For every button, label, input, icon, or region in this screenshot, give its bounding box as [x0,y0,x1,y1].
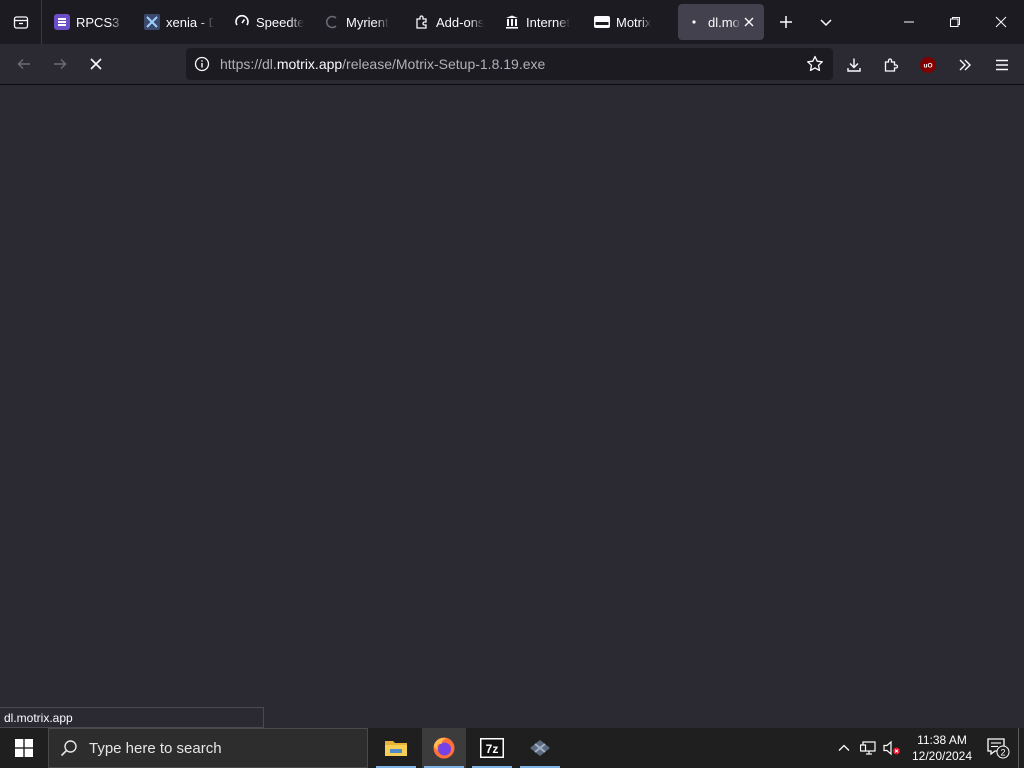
plus-icon [780,16,792,28]
notification-icon: 2 [987,738,1010,759]
show-desktop-button[interactable] [1018,728,1024,768]
hamburger-menu-icon [996,59,1008,70]
tab-speedtest[interactable]: Speedtest [226,4,312,40]
dot-icon [686,14,702,30]
tab-label: Internet [526,14,571,30]
tab-rpcs3[interactable]: RPCS3 - [46,4,132,40]
list-all-tabs-button[interactable] [808,4,844,40]
restore-button[interactable] [932,0,978,44]
window-controls [886,0,1024,44]
forward-button[interactable] [42,48,78,80]
page-content [0,85,1024,728]
show-hidden-icons-button[interactable] [832,728,856,768]
taskbar-search-box[interactable]: Type here to search [48,728,368,768]
clock[interactable]: 11:38 AM 12/20/2024 [906,732,978,764]
svg-text:uO: uO [923,62,932,69]
tab-label: xenia - D [166,14,214,30]
chevron-down-icon [820,19,832,27]
tab-label: Add-ons [436,14,484,30]
network-button[interactable] [856,728,880,768]
tab-motrix[interactable]: Motrix [586,4,672,40]
status-panel: dl.motrix.app [0,707,264,728]
tab-addons[interactable]: Add-ons [406,4,492,40]
clock-date: 12/20/2024 [911,749,973,763]
taskbar: Type here to search 7z 11:38 AM 12/20/20… [0,728,1024,768]
bookmark-star-icon[interactable] [801,48,829,80]
loading-icon [324,14,340,30]
firefox-view-button[interactable] [0,0,42,44]
tab-myrient[interactable]: Myrient [316,4,402,40]
close-icon [995,16,1007,28]
ublock-icon: uO [920,56,936,73]
file-explorer-taskbar-button[interactable] [374,728,418,768]
search-icon [49,729,89,767]
tab-label: Motrix [616,14,652,30]
motrix-icon [594,14,610,30]
search-placeholder: Type here to search [89,739,222,757]
tab-internet-archive[interactable]: Internet [496,4,582,40]
back-button[interactable] [6,48,42,80]
close-tab-icon[interactable] [743,14,756,30]
double-chevron-right-icon [959,59,971,70]
7zip-icon: 7z [480,738,504,758]
volume-muted-icon [883,740,900,756]
folder-icon [385,741,407,756]
puzzle-icon [414,14,430,30]
minimize-icon [904,21,914,23]
tab-label: dl.motrix [708,14,741,30]
tab-xenia[interactable]: xenia - D [136,4,222,40]
firefox-view-icon [13,16,28,29]
back-arrow-icon [17,59,30,69]
url-prefix: https://dl. [220,56,277,72]
stop-loading-button[interactable] [78,48,114,80]
extensions-button[interactable] [873,49,909,81]
firefox-taskbar-button[interactable] [422,728,466,768]
forward-arrow-icon [54,59,67,69]
archive-icon [504,14,520,30]
restore-icon [950,17,960,27]
clock-time: 11:38 AM [917,733,967,747]
toolbar-right: uO [835,44,1024,85]
minimize-button[interactable] [886,0,932,44]
speedtest-icon [234,14,250,30]
site-info-icon[interactable] [186,48,218,80]
xenia-icon [530,740,550,756]
firefox-icon [433,737,455,759]
tab-bar: RPCS3 - xenia - D Speedtest Myrient Add-… [0,0,1024,44]
rpcs3-icon [54,14,70,30]
volume-button[interactable] [880,728,904,768]
more-tools-button[interactable] [947,49,983,81]
puzzle-icon [884,57,899,72]
network-icon [860,741,876,755]
system-tray: 11:38 AM 12/20/2024 2 [832,728,1024,768]
close-window-button[interactable] [978,0,1024,44]
downloads-button[interactable] [836,49,872,81]
tab-label: Myrient [346,14,389,30]
ublock-origin-button[interactable]: uO [910,49,946,81]
tab-dl-motrix[interactable]: dl.motrix [678,4,764,40]
stop-icon [90,58,102,70]
action-center-button[interactable]: 2 [978,728,1018,768]
new-tab-button[interactable] [768,4,804,40]
tab-label: RPCS3 - [76,14,124,30]
chevron-up-icon [838,744,850,751]
url-text[interactable]: https://dl.motrix.app/release/Motrix-Set… [220,56,545,72]
download-icon [847,58,861,72]
tab-label: Speedtest [256,14,304,30]
nav-bar: https://dl.motrix.app/release/Motrix-Set… [0,44,1024,85]
address-bar[interactable]: https://dl.motrix.app/release/Motrix-Set… [186,48,833,80]
url-path: /release/Motrix-Setup-1.8.19.exe [342,56,546,72]
start-button[interactable] [0,728,48,768]
url-domain: motrix.app [276,56,343,72]
notification-count: 2 [1000,748,1005,758]
xenia-taskbar-button[interactable] [518,728,562,768]
app-menu-button[interactable] [984,49,1020,81]
7zip-taskbar-button[interactable]: 7z [470,728,514,768]
windows-logo-icon [15,739,33,757]
taskbar-apps: 7z [374,728,566,768]
svg-text:7z: 7z [486,742,499,756]
xenia-icon [144,14,160,30]
